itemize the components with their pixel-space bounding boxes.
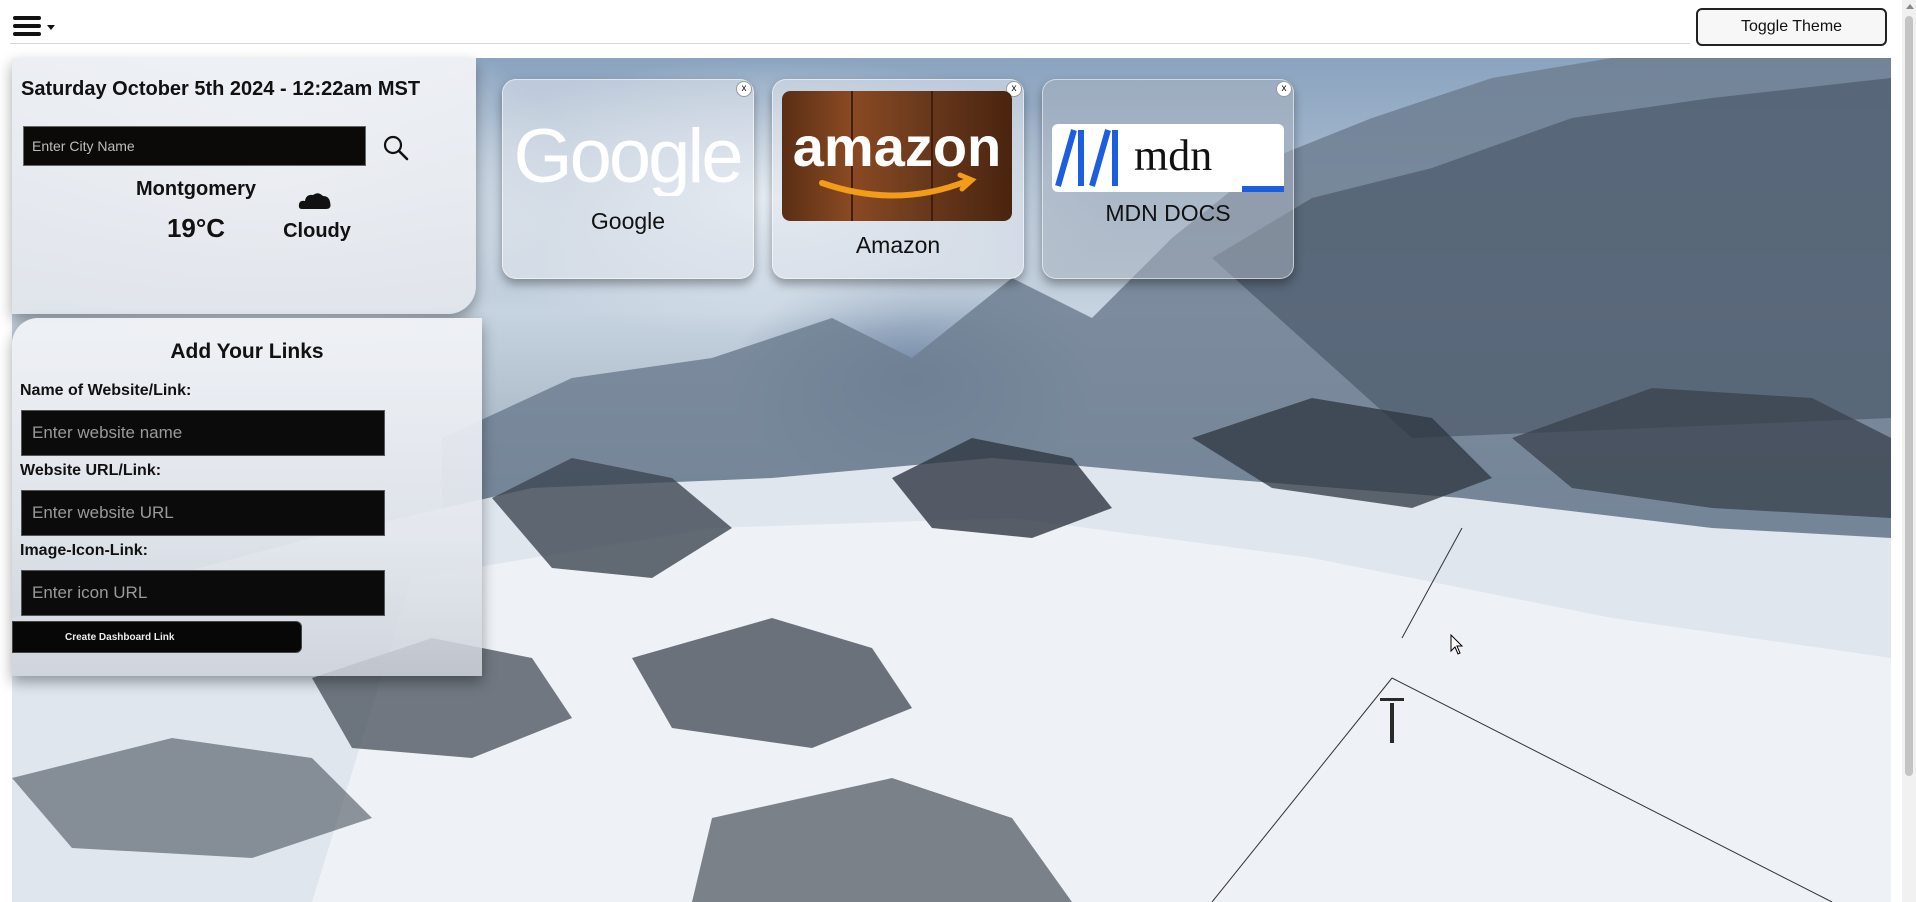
- link-card-google[interactable]: x Google Google: [502, 79, 754, 279]
- scrollbar-thumb[interactable]: [1905, 16, 1913, 776]
- mdn-logo-text: mdn: [1134, 131, 1212, 180]
- amazon-logo-text: amazon: [793, 115, 1002, 178]
- mouse-cursor-icon: [1450, 634, 1464, 655]
- google-logo: Google: [513, 116, 743, 196]
- weather-condition: Cloudy: [283, 220, 351, 242]
- website-name-input[interactable]: [21, 410, 385, 456]
- close-icon[interactable]: x: [1276, 81, 1292, 97]
- icon-url-input[interactable]: [21, 570, 385, 616]
- create-dashboard-link-button[interactable]: Create Dashboard Link: [12, 621, 302, 653]
- top-divider: [10, 43, 1690, 44]
- close-icon[interactable]: x: [736, 81, 752, 97]
- website-name-label: Name of Website/Link:: [20, 382, 192, 399]
- link-card-label: Amazon: [855, 232, 941, 258]
- mdn-logo: mdn: [1052, 124, 1284, 192]
- date-time-display: Saturday October 5th 2024 - 12:22am MST: [21, 78, 421, 100]
- icon-url-label: Image-Icon-Link:: [20, 542, 149, 559]
- cloud-icon: [298, 193, 331, 209]
- weather-panel: Saturday October 5th 2024 - 12:22am MST …: [12, 58, 476, 314]
- link-card-mdn[interactable]: x mdn MDN DOCS: [1042, 79, 1294, 279]
- link-card-label: MDN DOCS: [1105, 200, 1231, 226]
- weather-city: Montgomery: [136, 178, 256, 200]
- link-card-amazon[interactable]: x amazon Amazon: [772, 79, 1024, 279]
- search-icon[interactable]: [382, 134, 410, 162]
- vertical-scrollbar[interactable]: [1902, 0, 1916, 902]
- amazon-logo: amazon: [782, 91, 1012, 221]
- website-url-label: Website URL/Link:: [20, 462, 162, 479]
- google-logo-text: Google: [513, 116, 740, 196]
- scroll-up-arrow-icon[interactable]: [1906, 4, 1914, 9]
- weather-temperature: 19°C: [166, 213, 226, 243]
- add-links-panel: Add Your Links Name of Website/Link: Web…: [12, 318, 482, 676]
- hamburger-menu-icon[interactable]: [13, 16, 57, 40]
- city-search-input[interactable]: [23, 126, 366, 166]
- website-url-input[interactable]: [21, 490, 385, 536]
- link-card-label: Google: [590, 208, 666, 234]
- top-bar: Toggle Theme: [0, 0, 1900, 46]
- toggle-theme-button[interactable]: Toggle Theme: [1696, 8, 1887, 46]
- add-links-title: Add Your Links: [170, 340, 324, 363]
